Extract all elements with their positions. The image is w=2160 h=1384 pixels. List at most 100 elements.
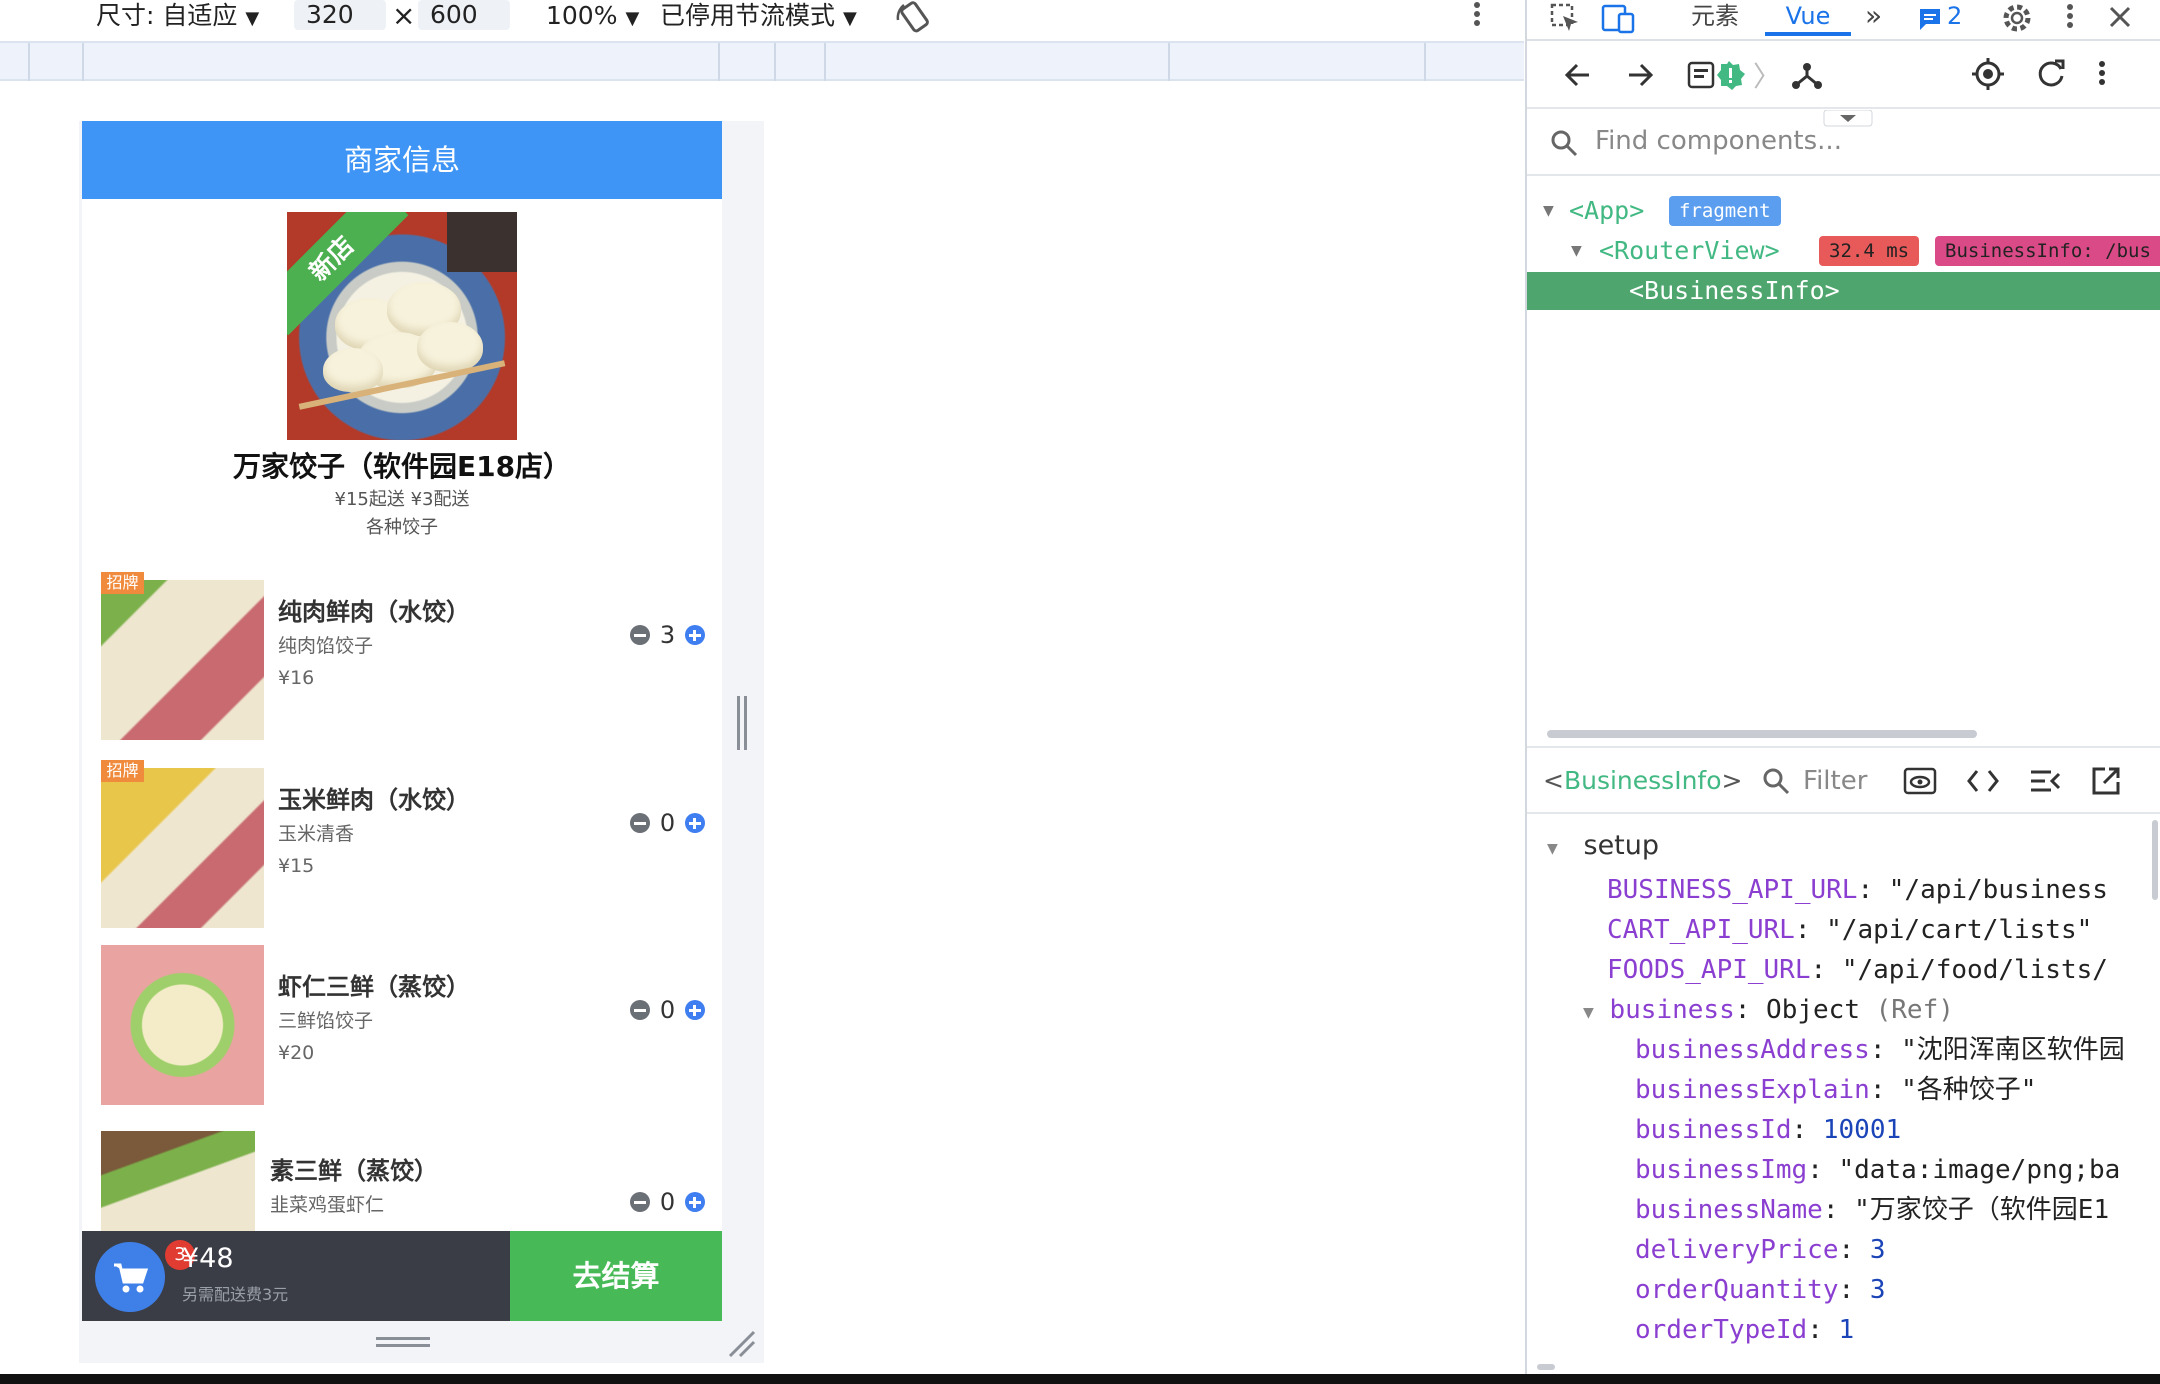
zoom-dropdown[interactable]: 100% ▼ [546, 0, 639, 32]
resize-handle-bottom[interactable] [376, 1336, 432, 1350]
food-name: 纯肉鲜肉（水饺） [278, 598, 470, 626]
rotate-icon[interactable] [894, 0, 934, 34]
dimensions-dropdown[interactable]: 尺寸: 自适应 ▼ [96, 0, 259, 32]
gear-icon[interactable] [2001, 2, 2033, 34]
list-collapse-icon[interactable] [2029, 768, 2061, 794]
food-item: 招牌 纯肉鲜肉（水饺） 纯肉馅饺子 ¥16 3 [82, 568, 722, 740]
more-vertical-icon[interactable] [1470, 0, 1484, 30]
tree-row-businessinfo[interactable]: <BusinessInfo> [1527, 272, 2160, 310]
business-explain: 各种饺子 [366, 517, 438, 538]
food-price: ¥15 [278, 855, 315, 877]
chevron-down-icon: ▼ [245, 8, 260, 29]
cart-button[interactable]: 3 [95, 1240, 195, 1312]
quantity-stepper: 0 [630, 995, 705, 1025]
tab-vue[interactable]: Vue [1765, 0, 1851, 36]
messages-count[interactable]: 2 [1947, 0, 1962, 36]
plus-icon[interactable] [685, 625, 705, 645]
prop-key: business [1609, 995, 1735, 1025]
chevron-down-icon: ▼ [842, 8, 857, 29]
window-bottom-edge [0, 1374, 2160, 1384]
resize-handle-right[interactable] [736, 696, 748, 752]
eye-icon[interactable] [1903, 766, 1937, 796]
more-vertical-icon[interactable] [2095, 59, 2109, 89]
state-prop: CART_API_URL: "/api/cart/lists" [1607, 915, 2093, 945]
food-image [101, 945, 264, 1105]
minus-icon[interactable] [630, 1000, 650, 1020]
app-selector-icon[interactable] [1687, 59, 1747, 91]
component-tree-icon[interactable] [1791, 59, 1823, 91]
quantity-stepper: 0 [630, 1187, 705, 1217]
business-object-row[interactable]: ▼ business: Object (Ref) [1583, 990, 1954, 1030]
prop-value: "万家饺子（软件园E1 [1854, 1195, 2110, 1225]
selected-component: <BusinessInfo> [1543, 766, 1743, 795]
throttle-label: 已停用节流模式 [660, 1, 836, 30]
prop-type: Object [1766, 995, 1860, 1025]
food-name: 素三鲜（蒸饺） [270, 1157, 438, 1185]
tree-row-routerview[interactable]: ▼ <RouterView> 32.4 ms BusinessInfo: /bu… [1527, 232, 2160, 270]
section-title: setup [1583, 830, 1660, 861]
setup-section[interactable]: ▼ setup [1547, 826, 1659, 866]
inspector-horizontal-scrollbar[interactable] [1537, 1364, 1555, 1370]
prop-value: "沈阳浑南区软件园 [1901, 1035, 2125, 1065]
page-header: 商家信息 [82, 121, 722, 199]
cart-bar: 3 ¥48 另需配送费3元 去结算 [82, 1231, 722, 1321]
signature-badge: 招牌 [101, 572, 144, 594]
width-input[interactable]: 320 [294, 0, 386, 30]
timing-pill: 32.4 ms [1819, 236, 1920, 266]
prop-key: businessExplain [1635, 1075, 1870, 1105]
prop-value: 1 [1838, 1315, 1855, 1345]
chevron-right-icon: 〉 [1753, 60, 1782, 93]
inspector-vertical-scrollbar[interactable] [2152, 820, 2158, 900]
plus-icon[interactable] [685, 813, 705, 833]
device-emulation-area: 尺寸: 自适应 ▼ 320 × 600 100% ▼ 已停用节流模式 ▼ 商家信… [0, 0, 1524, 1384]
plus-icon[interactable] [685, 1000, 705, 1020]
minus-icon[interactable] [630, 813, 650, 833]
component-tree: ▼ <App> fragment ▼ <RouterView> 32.4 ms … [1527, 176, 2160, 746]
plus-icon[interactable] [685, 1192, 705, 1212]
cart-total: ¥48 [182, 1243, 234, 1274]
expand-triangle-icon: ▼ [1547, 838, 1558, 859]
code-icon[interactable] [1967, 768, 1999, 794]
inspect-element-icon[interactable] [1549, 2, 1581, 34]
state-prop: businessAddress: "沈阳浑南区软件园 [1635, 1035, 2125, 1065]
refresh-icon[interactable] [2035, 57, 2067, 89]
collapse-toggle-icon[interactable] [1823, 110, 1873, 128]
prop-value: "/api/cart/lists" [1826, 915, 2093, 945]
target-icon[interactable] [1971, 57, 2005, 91]
tree-row-app[interactable]: ▼ <App> fragment [1527, 192, 2160, 230]
component-search: Find components... [1527, 110, 2160, 176]
tab-elements[interactable]: 元素 [1691, 0, 1739, 36]
more-tabs-icon[interactable]: » [1865, 0, 1882, 36]
dimensions-label: 尺寸: 自适应 [96, 1, 238, 30]
quantity-value: 0 [659, 809, 676, 837]
search-input[interactable]: Find components... [1595, 126, 1842, 156]
forward-arrow-icon[interactable] [1625, 61, 1655, 89]
filter-input[interactable]: Filter [1803, 766, 1867, 796]
checkout-button[interactable]: 去结算 [510, 1231, 722, 1321]
height-input[interactable]: 600 [418, 0, 510, 30]
state-prop: businessName: "万家饺子（软件园E1 [1635, 1195, 2110, 1225]
quantity-value: 0 [659, 996, 676, 1024]
open-external-icon[interactable] [2091, 766, 2121, 796]
close-icon[interactable] [2107, 4, 2133, 30]
more-vertical-icon[interactable] [2063, 2, 2077, 32]
prop-key: businessName [1635, 1195, 1823, 1225]
quantity-value: 0 [659, 1188, 676, 1216]
state-inspector: ▼ setup BUSINESS_API_URL: "/api/business… [1527, 814, 2160, 1384]
search-icon [1763, 768, 1790, 795]
tree-horizontal-scrollbar[interactable] [1547, 730, 1977, 738]
state-prop: businessExplain: "各种饺子" [1635, 1075, 2037, 1105]
throttle-dropdown[interactable]: 已停用节流模式 ▼ [660, 0, 857, 32]
chevron-down-icon: ▼ [625, 8, 640, 29]
minus-icon[interactable] [630, 625, 650, 645]
resize-handle-corner[interactable] [728, 1330, 756, 1358]
minus-icon[interactable] [630, 1192, 650, 1212]
quantity-stepper: 3 [630, 620, 705, 650]
back-arrow-icon[interactable] [1563, 61, 1593, 89]
device-toggle-icon[interactable] [1601, 2, 1637, 34]
selected-component-name: BusinessInfo [1563, 766, 1722, 795]
food-image [101, 580, 264, 740]
prop-value: "data:image/png;ba [1838, 1155, 2121, 1185]
message-icon[interactable] [1917, 6, 1943, 32]
businessinfo-tag: <BusinessInfo> [1629, 276, 1840, 305]
